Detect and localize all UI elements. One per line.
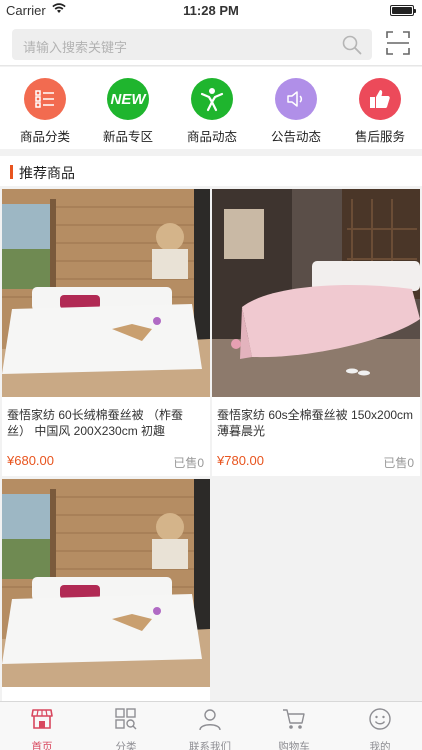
- person-activity-icon: [191, 78, 233, 120]
- tab-category[interactable]: 分类: [84, 706, 168, 750]
- product-price: ¥680.00: [7, 453, 54, 468]
- product-name: 蚕悟家纺 60s全棉蚕丝被 150x200cm 薄暮晨光: [217, 408, 414, 438]
- section-title: 推荐商品: [19, 165, 75, 181]
- battery-icon: [390, 5, 416, 16]
- category-announcements[interactable]: 公告动态: [254, 78, 338, 145]
- search-bar: 请输入搜索关键字: [0, 22, 422, 66]
- new-badge-icon: NEW: [107, 78, 149, 120]
- grid-search-icon: [115, 708, 137, 730]
- tab-label: 首页: [31, 741, 53, 750]
- product-card[interactable]: [2, 479, 210, 701]
- category-after-sales[interactable]: 售后服务: [338, 78, 422, 145]
- status-bar: Carrier 11:28 PM: [0, 0, 422, 22]
- search-placeholder: 请输入搜索关键字: [23, 40, 128, 55]
- category-shortcuts: 商品分类 NEW 新品专区 商品动态 公告动态 售后服务: [0, 67, 422, 149]
- tab-label: 联系我们: [189, 741, 231, 750]
- search-input[interactable]: 请输入搜索关键字: [12, 29, 372, 60]
- search-icon[interactable]: [342, 35, 362, 55]
- category-product-news[interactable]: 商品动态: [170, 78, 254, 145]
- smiley-icon: [369, 708, 391, 730]
- tab-contact[interactable]: 联系我们: [168, 706, 252, 750]
- shop-icon: [31, 709, 53, 729]
- pink-bedding-photo: [212, 189, 420, 397]
- speaker-icon: [275, 78, 317, 120]
- tab-mine[interactable]: 我的: [338, 706, 422, 750]
- product-card[interactable]: 蚕悟家纺 60长绒棉蚕丝被 （柞蚕丝） 中国风 200X230cm 初趣 ¥68…: [2, 189, 210, 476]
- product-sold-count: 已售0: [173, 456, 204, 470]
- white-bedding-photo: [2, 479, 210, 687]
- product-sold-count: 已售0: [383, 456, 414, 470]
- product-card[interactable]: 蚕悟家纺 60s全棉蚕丝被 150x200cm 薄暮晨光 ¥780.00 已售0: [212, 189, 420, 476]
- section-accent-bar: [10, 165, 13, 179]
- bottom-tab-bar: 首页 分类 联系我们 购物车 我的: [0, 701, 422, 750]
- category-label: 商品动态: [186, 130, 237, 144]
- scan-icon[interactable]: [386, 31, 410, 55]
- tab-home[interactable]: 首页: [0, 706, 84, 750]
- category-label: 新品专区: [102, 130, 153, 144]
- product-name: 蚕悟家纺 60长绒棉蚕丝被 （柞蚕丝） 中国风 200X230cm 初趣: [7, 408, 184, 438]
- person-icon: [199, 709, 221, 731]
- product-price: ¥780.00: [217, 453, 264, 468]
- thumbs-up-icon: [359, 78, 401, 120]
- tab-cart[interactable]: 购物车: [252, 706, 336, 750]
- tab-label: 购物车: [278, 741, 310, 750]
- category-label: 公告动态: [270, 130, 321, 144]
- category-new-arrivals[interactable]: NEW 新品专区: [86, 78, 170, 145]
- category-label: 售后服务: [354, 130, 405, 144]
- list-icon: [24, 78, 66, 120]
- white-bedding-photo: [2, 189, 210, 397]
- category-product-classify[interactable]: 商品分类: [3, 78, 87, 145]
- tab-label: 我的: [369, 741, 391, 750]
- tab-label: 分类: [115, 741, 137, 750]
- clock: 11:28 PM: [183, 3, 239, 18]
- category-label: 商品分类: [19, 130, 70, 144]
- cart-icon: [283, 709, 305, 729]
- recommended-header: 推荐商品: [0, 156, 422, 186]
